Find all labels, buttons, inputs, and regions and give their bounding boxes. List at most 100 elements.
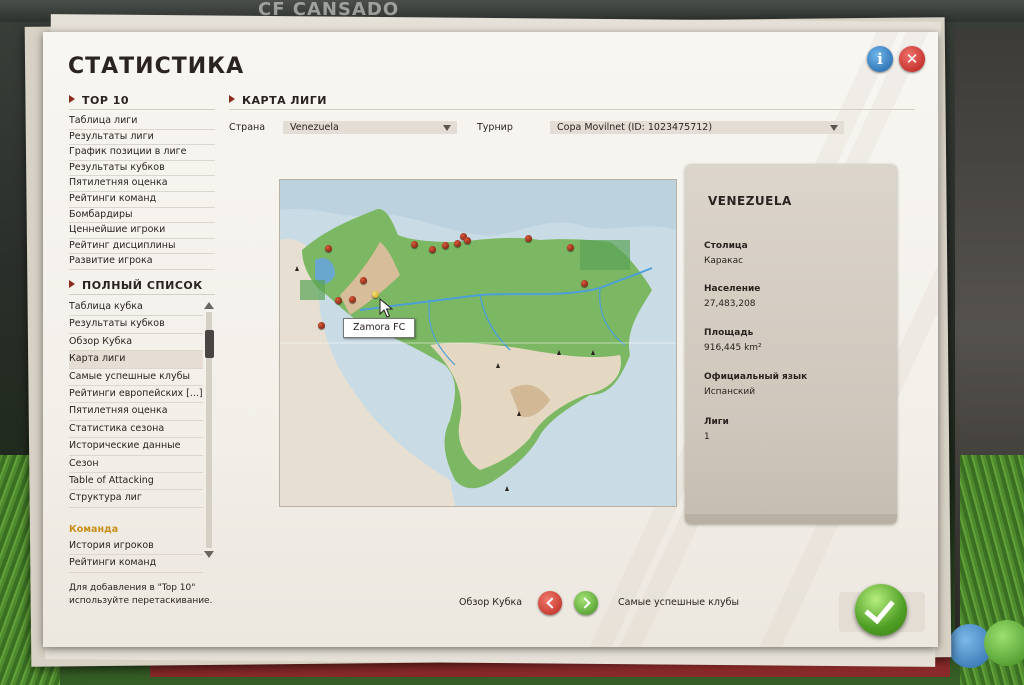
- full-list-group-team: Команда: [69, 523, 119, 535]
- full-list-item[interactable]: Самые успешные клубы: [69, 369, 203, 386]
- divider: [229, 109, 915, 110]
- top10-item[interactable]: Рейтинги команд: [69, 192, 215, 208]
- mouse-cursor-icon: [379, 298, 393, 318]
- population-label: Население: [704, 284, 761, 294]
- full-list: Таблица кубка Результаты кубков Обзор Ку…: [69, 299, 203, 573]
- full-list-heading: ПОЛНЫЙ СПИСОК: [69, 279, 203, 292]
- capital-label: Столица: [704, 241, 748, 251]
- language-label: Официальный язык: [704, 372, 808, 382]
- close-icon[interactable]: ✕: [899, 46, 925, 72]
- dropdown-arrow-icon: [443, 125, 451, 131]
- full-list-item[interactable]: Таблица кубка: [69, 299, 203, 317]
- full-list-item[interactable]: Table of Attacking: [69, 473, 203, 491]
- chevron-right-icon: [579, 597, 591, 609]
- club-marker[interactable]: [360, 277, 367, 284]
- capital-value: Каракас: [704, 256, 744, 266]
- statistics-panel: СТАТИСТИКА i ✕ TOP 10 Таблица лиги Резул…: [43, 32, 938, 647]
- full-list-item[interactable]: Рейтинги европейских [...]: [69, 386, 203, 404]
- full-list-item[interactable]: Рейтинги команд: [69, 555, 203, 573]
- dropdown-arrow-icon: [830, 125, 838, 131]
- previous-page-label[interactable]: Обзор Кубка: [459, 597, 522, 608]
- top10-item[interactable]: График позиции в лиге: [69, 145, 215, 161]
- triangle-bullet-icon: [69, 95, 75, 103]
- top10-item[interactable]: Рейтинг дисциплины: [69, 239, 215, 255]
- tournament-label: Турнир: [477, 122, 513, 133]
- full-list-item[interactable]: Статистика сезона: [69, 421, 203, 439]
- club-marker[interactable]: [464, 237, 471, 244]
- full-list-item[interactable]: Обзор Кубка: [69, 334, 203, 352]
- top10-item[interactable]: Бомбардиры: [69, 208, 215, 224]
- peak-icon: [591, 350, 595, 355]
- next-button[interactable]: [574, 591, 598, 615]
- leagues-label: Лиги: [704, 417, 729, 427]
- club-marker[interactable]: [318, 322, 325, 329]
- scroll-thumb[interactable]: [205, 330, 214, 358]
- full-list-item[interactable]: Сезон: [69, 456, 203, 473]
- card-footer: [685, 514, 897, 524]
- country-label: Страна: [229, 122, 266, 133]
- club-marker-hovered[interactable]: [372, 291, 379, 298]
- confirm-button[interactable]: [855, 584, 907, 636]
- full-list-item[interactable]: Структура лиг: [69, 490, 203, 508]
- drag-hint-line2: используйте перетаскивание.: [69, 596, 213, 606]
- language-value: Испанский: [704, 387, 756, 397]
- population-value: 27,483,208: [704, 299, 756, 309]
- full-list-item[interactable]: Пятилетняя оценка: [69, 403, 203, 421]
- divider: [69, 109, 215, 110]
- drag-hint-line1: Для добавления в "Top 10": [69, 583, 196, 593]
- club-marker[interactable]: [411, 241, 418, 248]
- club-marker[interactable]: [325, 245, 332, 252]
- full-list-item[interactable]: История игроков: [69, 538, 203, 556]
- drag-hint: Для добавления в "Top 10" используйте пе…: [69, 582, 212, 608]
- chevron-left-icon: [546, 597, 558, 609]
- top10-list: Таблица лиги Результаты лиги График пози…: [69, 114, 215, 270]
- full-list-spacer: [69, 508, 203, 522]
- full-list-item[interactable]: Исторические данные: [69, 438, 203, 456]
- peak-icon: [295, 266, 299, 271]
- tournament-select-value: Copa Movilnet (ID: 1023475712): [557, 122, 713, 133]
- full-list-item[interactable]: Результаты кубков: [69, 316, 203, 334]
- club-marker[interactable]: [442, 242, 449, 249]
- club-marker[interactable]: [525, 235, 532, 242]
- venezuela-map-graphic: [280, 180, 676, 506]
- club-marker[interactable]: [454, 240, 461, 247]
- club-marker[interactable]: [567, 244, 574, 251]
- league-map-heading: КАРТА ЛИГИ: [229, 94, 327, 107]
- page-title: СТАТИСТИКА: [68, 54, 245, 79]
- top10-item[interactable]: Результаты лиги: [69, 130, 215, 146]
- club-marker[interactable]: [349, 296, 356, 303]
- club-marker[interactable]: [335, 297, 342, 304]
- divider: [69, 294, 215, 295]
- top10-item[interactable]: Пятилетняя оценка: [69, 176, 215, 192]
- peak-icon: [505, 486, 509, 491]
- top10-item[interactable]: Ценнейшие игроки: [69, 223, 215, 239]
- scroll-down-arrow-icon[interactable]: [204, 551, 214, 558]
- peak-icon: [557, 350, 561, 355]
- country-select[interactable]: Venezuela: [283, 121, 457, 134]
- club-tooltip: Zamora FC: [343, 318, 416, 338]
- country-name: VENEZUELA: [708, 194, 792, 208]
- full-list-item-selected[interactable]: Карта лиги: [69, 351, 203, 369]
- triangle-bullet-icon: [229, 95, 235, 103]
- scroll-up-arrow-icon[interactable]: [204, 302, 214, 309]
- peak-icon: [496, 363, 500, 368]
- country-select-value: Venezuela: [290, 122, 339, 133]
- next-page-label[interactable]: Самые успешные клубы: [618, 597, 739, 608]
- top10-item[interactable]: Результаты кубков: [69, 161, 215, 177]
- country-info-card: VENEZUELA Столица Каракас Население 27,4…: [685, 164, 897, 524]
- top10-item[interactable]: Таблица лиги: [69, 114, 215, 130]
- club-marker[interactable]: [581, 280, 588, 287]
- tournament-select[interactable]: Copa Movilnet (ID: 1023475712): [550, 121, 844, 134]
- full-list-scrollbar[interactable]: [203, 300, 215, 558]
- area-label: Площадь: [704, 328, 754, 338]
- previous-button[interactable]: [538, 591, 562, 615]
- triangle-bullet-icon: [69, 280, 75, 288]
- area-value: 916,445 km²: [704, 343, 762, 353]
- top10-item[interactable]: Развитие игрока: [69, 254, 215, 270]
- checkmark-icon: [864, 592, 895, 625]
- info-icon[interactable]: i: [867, 46, 893, 72]
- league-map[interactable]: Zamora FC: [279, 179, 677, 507]
- club-marker[interactable]: [429, 246, 436, 253]
- leagues-value: 1: [704, 432, 710, 442]
- background-green-round-button: [984, 620, 1024, 666]
